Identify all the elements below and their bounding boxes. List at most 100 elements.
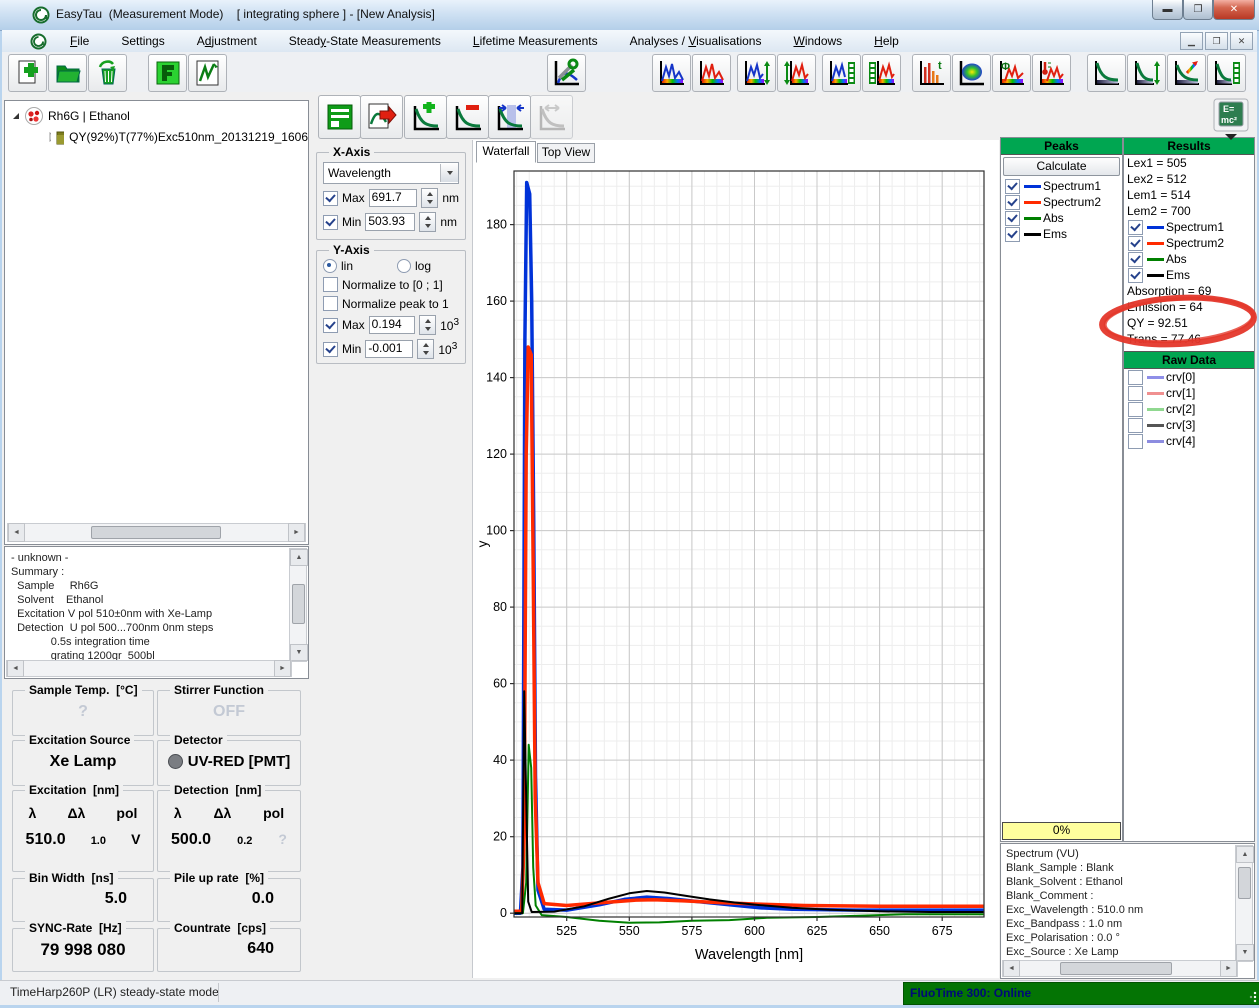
y-min-spinner[interactable] [417,339,434,359]
menu-lifetime-measurements[interactable]: Lifetime Measurements [464,31,607,51]
scroll-left-arrow[interactable]: ◄ [1003,960,1020,977]
menu-analyses-visualisations[interactable]: Analyses / Visualisations [621,31,771,51]
lin-radio[interactable] [323,259,337,273]
scroll-right-arrow[interactable]: ► [274,660,291,677]
summary-v-scrollbar[interactable]: ▲ ▼ [289,548,307,662]
emission-spectrum-button[interactable] [692,54,731,92]
export-curve-button[interactable] [360,95,403,139]
scroll-thumb[interactable] [292,584,305,624]
marker-emission-spectrum-button[interactable] [777,54,816,92]
scroll-right-arrow[interactable]: ► [288,523,305,542]
summary-h-scrollbar[interactable]: ◄ ► [6,660,292,677]
legend-color-line [1147,408,1164,411]
checkbox-Spectrum2[interactable] [1128,236,1143,251]
tree-h-scrollbar[interactable]: ◄ ► [7,523,306,542]
scroll-thumb[interactable] [1238,867,1251,899]
delete-button[interactable] [88,54,127,92]
normalize-peak-checkbox[interactable] [323,296,338,311]
tree-root-row[interactable]: Rh6G | Ethanol [11,105,308,126]
menu-windows[interactable]: Windows [784,31,851,51]
tree-child-row[interactable]: QY(92%)T(77%)Exc510nm_20131219_1606 [47,126,308,147]
expander-collapsed-icon[interactable] [47,132,51,142]
checkbox-crv3[interactable] [1128,418,1143,433]
checkbox-Abs[interactable] [1128,252,1143,267]
scroll-thumb[interactable] [91,526,221,539]
quantum-yield-button[interactable]: Φ [992,54,1031,92]
checkbox-crv1[interactable] [1128,386,1143,401]
x-axis-variable-dropdown[interactable]: Wavelength [323,162,459,184]
checkbox-crv2[interactable] [1128,402,1143,417]
x-max-checkbox[interactable] [323,191,338,206]
info-h-scrollbar[interactable]: ◄ ► [1002,960,1238,977]
new-measurement-button[interactable] [8,54,47,92]
chevron-down-icon[interactable] [440,164,458,182]
x-max-spinner[interactable] [421,188,438,208]
checkbox-Abs[interactable] [1005,211,1020,226]
scroll-down-arrow[interactable]: ▼ [290,644,308,661]
y-min-input[interactable]: -0.001 [365,340,413,358]
decay-button[interactable] [1087,54,1126,92]
save-report-button[interactable] [318,95,361,139]
menu-adjustment[interactable]: Adjustment [188,31,266,51]
decay-wavelength-button[interactable] [1167,54,1206,92]
x-min-spinner[interactable] [419,212,436,232]
emission-spectrum-series-button[interactable] [862,54,901,92]
scroll-down-arrow[interactable]: ▼ [1236,944,1254,961]
edit-measurement-button[interactable] [188,54,227,92]
scroll-thumb[interactable] [1060,962,1172,975]
exc-spectrum-marker-button[interactable] [737,54,776,92]
x-min-checkbox[interactable] [323,215,338,230]
scroll-right-arrow[interactable]: ► [1220,960,1237,977]
scroll-up-arrow[interactable]: ▲ [1236,846,1254,863]
exc-spectrum-series-button[interactable] [822,54,861,92]
checkbox-Ems[interactable] [1005,227,1020,242]
checkbox-crv4[interactable] [1128,434,1143,449]
zoom-x-range-button[interactable] [488,95,531,139]
checkbox-Ems[interactable] [1128,268,1143,283]
menu-settings[interactable]: Settings [112,31,173,51]
decay-marker-button[interactable] [1127,54,1166,92]
close-button[interactable]: ✕ [1213,0,1255,20]
formula-button[interactable]: E= mc² [1212,98,1250,142]
x-min-input[interactable]: 503.93 [365,213,415,231]
tres-contour-button[interactable] [952,54,991,92]
scroll-left-arrow[interactable]: ◄ [7,660,24,677]
minimize-button[interactable]: ▬ [1152,0,1183,20]
x-max-input[interactable]: 691.7 [369,189,418,207]
mdi-restore-button[interactable]: ❐ [1205,32,1228,50]
batch-mode-button[interactable] [148,54,187,92]
remove-curve-button[interactable] [446,95,489,139]
calculate-button[interactable]: Calculate [1003,157,1120,176]
checkbox-Spectrum1[interactable] [1005,179,1020,194]
y-min-checkbox[interactable] [323,342,338,357]
mdi-minimize-button[interactable]: ▁ [1180,32,1203,50]
scroll-left-arrow[interactable]: ◄ [8,523,25,542]
add-curve-button[interactable] [404,95,447,139]
counts-vs-time-button[interactable]: t [912,54,951,92]
excitation-spectrum-button[interactable] [652,54,691,92]
temperature-spectrum-button[interactable] [1032,54,1071,92]
normalize-01-checkbox[interactable] [323,277,338,292]
y-max-checkbox[interactable] [323,318,338,333]
mdi-close-button[interactable]: ✕ [1230,32,1253,50]
menu-help[interactable]: Help [865,31,908,51]
checkbox-Spectrum1[interactable] [1128,220,1143,235]
open-button[interactable] [48,54,87,92]
menu-file[interactable]: File [61,31,98,51]
measurement-settings-button[interactable] [547,54,586,92]
checkbox-Spectrum2[interactable] [1005,195,1020,210]
checkbox-crv0[interactable] [1128,370,1143,385]
tab-topview[interactable]: Top View [537,143,595,163]
log-radio[interactable] [397,259,411,273]
y-max-spinner[interactable] [419,315,436,335]
tab-waterfall[interactable]: Waterfall [476,141,536,163]
resize-grip[interactable] [1245,991,1257,1003]
maximize-button[interactable]: ❐ [1183,0,1213,20]
menu-steady-state-measurements[interactable]: Steady-State Measurements [280,31,450,51]
spectrum-chart[interactable]: 0204060801001201401601805255505756006256… [474,163,994,975]
expander-expanded-icon[interactable] [11,111,21,121]
info-v-scrollbar[interactable]: ▲ ▼ [1235,845,1253,962]
decay-series-button[interactable] [1207,54,1246,92]
y-max-input[interactable]: 0.194 [369,316,415,334]
scroll-up-arrow[interactable]: ▲ [290,549,308,566]
